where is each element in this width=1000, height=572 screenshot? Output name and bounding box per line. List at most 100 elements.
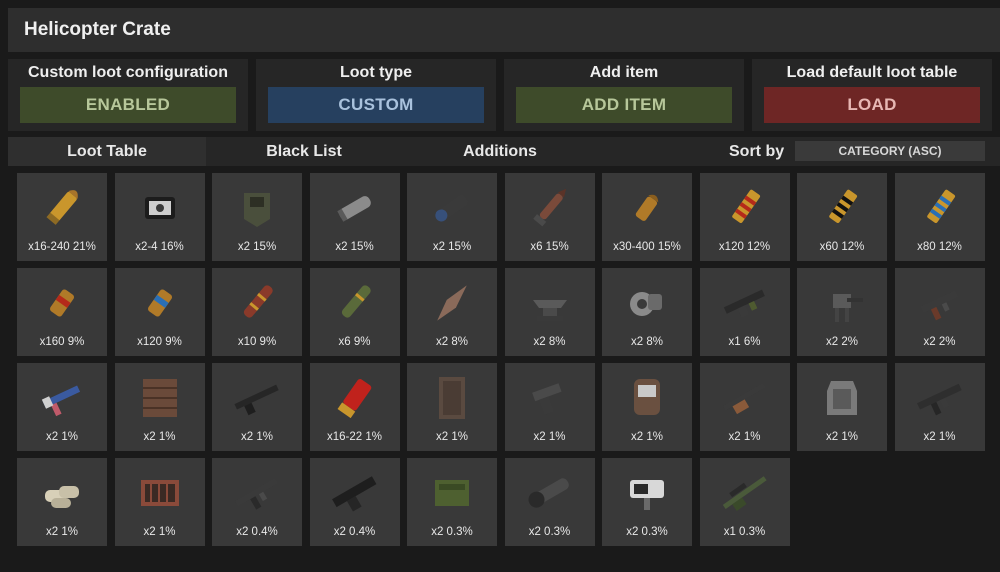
- add-item-button[interactable]: ADD ITEM: [516, 87, 732, 123]
- loot-item-slot[interactable]: x2 1%: [797, 363, 887, 451]
- loot-item-caption: x2 8%: [436, 336, 468, 348]
- loot-item-caption: x2 8%: [631, 336, 663, 348]
- garage-door-icon: [133, 371, 187, 425]
- ak-rifle-icon: [230, 466, 284, 520]
- toy-gun-icon: [35, 371, 89, 425]
- loot-item-slot[interactable]: x16-240 21%: [17, 173, 107, 261]
- tabs-bar: Loot Table Black List Additions Sort by …: [8, 137, 1000, 166]
- loot-item-slot[interactable]: x16-22 1%: [309, 363, 400, 451]
- add-item-label: Add item: [589, 64, 659, 81]
- incendiary-pistol-ammo-icon: [35, 276, 89, 330]
- sniper-rifle-icon: [718, 466, 772, 520]
- explosive-charge-icon: [133, 181, 187, 235]
- assault-rifle-icon: [913, 371, 967, 425]
- loot-item-slot[interactable]: x2 0.3%: [602, 458, 692, 546]
- loot-item-caption: x2 1%: [826, 431, 858, 443]
- facemask-icon: [620, 371, 674, 425]
- loot-item-slot[interactable]: x160 9%: [17, 268, 107, 356]
- loot-item-caption: x2-4 16%: [135, 241, 184, 253]
- title-bar: Helicopter Crate: [8, 8, 1000, 52]
- loot-item-caption: x2 1%: [728, 431, 761, 443]
- loot-item-caption: x2 1%: [533, 431, 566, 443]
- m249-icon: [328, 466, 382, 520]
- loot-item-slot[interactable]: x2 8%: [504, 268, 595, 356]
- loot-item-slot[interactable]: x2 1%: [114, 458, 205, 546]
- tab-black-list[interactable]: Black List: [206, 137, 402, 166]
- blade-icon: [425, 276, 479, 330]
- loot-item-slot[interactable]: x2 1%: [894, 363, 985, 451]
- loot-item-slot[interactable]: x2 1%: [602, 363, 692, 451]
- load-default-label: Load default loot table: [786, 64, 958, 81]
- loot-item-slot[interactable]: x10 9%: [212, 268, 302, 356]
- loot-item-caption: x2 1%: [46, 431, 78, 443]
- loot-item-slot[interactable]: x2 2%: [797, 268, 887, 356]
- pipe-icon: [328, 181, 382, 235]
- add-item-panel: Add item ADD ITEM: [504, 59, 744, 131]
- explosive-ammo-icon: [815, 181, 869, 235]
- loot-item-slot[interactable]: x2-4 16%: [114, 173, 205, 261]
- loot-item-slot[interactable]: x80 12%: [894, 173, 985, 261]
- sort-dropdown[interactable]: CATEGORY (ASC): [795, 141, 985, 161]
- loot-item-slot[interactable]: x30-400 15%: [602, 173, 692, 261]
- loot-item-caption: x2 2%: [923, 336, 956, 348]
- sort-by-label: Sort by: [729, 142, 785, 160]
- pistol-icon: [523, 371, 577, 425]
- loot-item-slot[interactable]: x6 15%: [504, 173, 595, 261]
- loot-item-slot[interactable]: x2 0.3%: [407, 458, 497, 546]
- loot-item-slot[interactable]: x2 1%: [407, 363, 497, 451]
- loot-item-caption: x2 0.3%: [528, 526, 571, 538]
- loot-item-slot[interactable]: x60 12%: [797, 173, 887, 261]
- loot-item-slot[interactable]: x2 15%: [212, 173, 302, 261]
- loot-item-slot[interactable]: x2 2%: [894, 268, 985, 356]
- loot-item-slot[interactable]: x2 1%: [17, 363, 107, 451]
- rifle-ammo-icon: [35, 181, 89, 235]
- loot-type-label: Loot type: [340, 64, 412, 81]
- loot-item-slot[interactable]: x2 1%: [212, 363, 302, 451]
- custom-button[interactable]: CUSTOM: [268, 87, 484, 123]
- loot-item-caption: x2 15%: [335, 241, 374, 253]
- shotgun-shell-icon: [328, 371, 382, 425]
- loot-item-slot[interactable]: x2 0.4%: [212, 458, 302, 546]
- loot-item-slot[interactable]: x1 0.3%: [699, 458, 790, 546]
- lmg-icon: [718, 276, 772, 330]
- loot-item-slot[interactable]: x2 0.4%: [309, 458, 400, 546]
- loot-item-caption: x2 1%: [143, 526, 176, 538]
- loot-item-slot[interactable]: x2 1%: [504, 363, 595, 451]
- tab-additions[interactable]: Additions: [402, 137, 598, 166]
- smg-icon: [913, 276, 967, 330]
- launcher-icon: [523, 466, 577, 520]
- loot-grid: x16-240 21% x2-4 16% x2 15% x2 15% x2 15% x6 …: [17, 173, 985, 546]
- loot-item-caption: x1 0.3%: [723, 526, 766, 538]
- loot-item-slot[interactable]: x2 1%: [114, 363, 205, 451]
- turret-icon: [815, 276, 869, 330]
- loot-item-slot[interactable]: x1 6%: [699, 268, 790, 356]
- enabled-button[interactable]: ENABLED: [20, 87, 236, 123]
- loot-item-caption: x120 12%: [718, 241, 771, 253]
- loot-item-caption: x120 9%: [137, 336, 182, 348]
- loot-item-caption: x2 0.3%: [626, 526, 668, 538]
- loot-item-slot[interactable]: x2 8%: [602, 268, 692, 356]
- loot-item-slot[interactable]: x2 1%: [17, 458, 107, 546]
- loot-item-caption: x10 9%: [237, 336, 277, 348]
- loot-item-caption: x2 1%: [631, 431, 663, 443]
- custom-loot-panel: Custom loot configuration ENABLED: [8, 59, 248, 131]
- load-default-panel: Load default loot table LOAD: [752, 59, 992, 131]
- loot-item-caption: x2 2%: [826, 336, 858, 348]
- camera-icon: [620, 466, 674, 520]
- tab-loot-table[interactable]: Loot Table: [8, 137, 206, 166]
- loot-item-slot[interactable]: x120 12%: [699, 173, 790, 261]
- loot-item-slot[interactable]: x120 9%: [114, 268, 205, 356]
- loot-item-slot[interactable]: x2 1%: [699, 363, 790, 451]
- loot-item-caption: x2 0.3%: [431, 526, 473, 538]
- loot-item-slot[interactable]: x2 0.3%: [504, 458, 595, 546]
- loot-item-caption: x2 1%: [46, 526, 78, 538]
- loot-item-caption: x6 9%: [338, 336, 371, 348]
- metal-door-icon: [425, 371, 479, 425]
- loot-item-slot[interactable]: x2 15%: [309, 173, 400, 261]
- load-button[interactable]: LOAD: [764, 87, 980, 123]
- rocket-icon: [523, 181, 577, 235]
- loot-item-slot[interactable]: x6 9%: [309, 268, 400, 356]
- loot-item-slot[interactable]: x2 8%: [407, 268, 497, 356]
- loot-item-caption: x6 15%: [530, 241, 569, 253]
- loot-item-slot[interactable]: x2 15%: [407, 173, 497, 261]
